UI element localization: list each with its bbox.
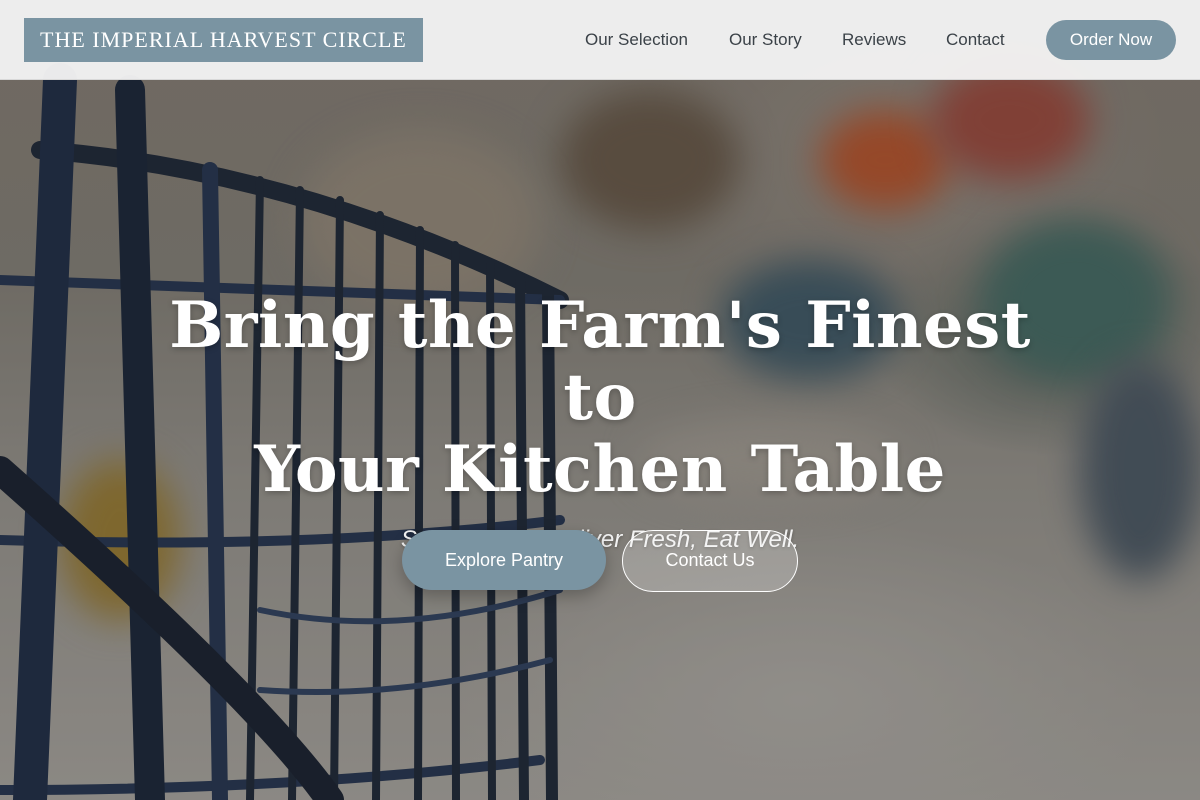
hero-section: Bring the Farm's Finest to Your Kitchen … xyxy=(0,290,1200,554)
explore-pantry-button[interactable]: Explore Pantry xyxy=(402,530,606,590)
contact-us-button[interactable]: Contact Us xyxy=(622,530,798,592)
main-nav: Our Selection Our Story Reviews Contact xyxy=(0,0,1200,80)
hero-title-line-2: Your Kitchen Table xyxy=(254,432,946,507)
nav-link-contact[interactable]: Contact xyxy=(946,0,1005,80)
nav-link-our-story[interactable]: Our Story xyxy=(729,0,802,80)
top-navbar: THE IMPERIAL HARVEST CIRCLE Our Selectio… xyxy=(0,0,1200,80)
order-now-button[interactable]: Order Now xyxy=(1046,20,1176,60)
nav-link-reviews[interactable]: Reviews xyxy=(842,0,906,80)
landing-page: THE IMPERIAL HARVEST CIRCLE Our Selectio… xyxy=(0,0,1200,800)
hero-button-group: Explore Pantry Contact Us xyxy=(0,530,1200,592)
hero-title-line-1: Bring the Farm's Finest to xyxy=(169,288,1031,435)
hero-title: Bring the Farm's Finest to Your Kitchen … xyxy=(150,290,1050,506)
nav-link-our-selection[interactable]: Our Selection xyxy=(585,0,688,80)
